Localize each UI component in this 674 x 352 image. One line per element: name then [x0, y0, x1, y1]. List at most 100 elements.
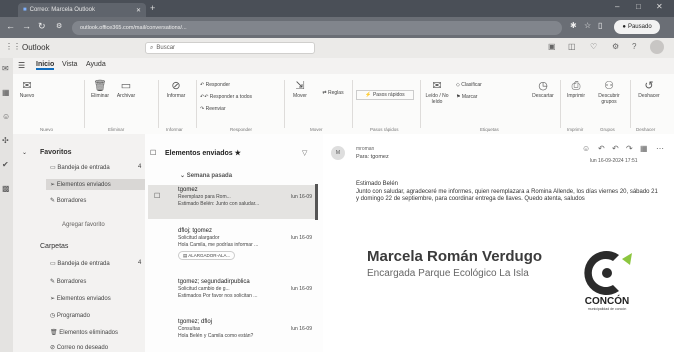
attachment-chip[interactable]: ▤ ALARGADOR-ALA...	[178, 251, 236, 260]
folder-favorite-inbox[interactable]: ▭ Bandeja de entrada 4	[50, 164, 150, 171]
back-icon[interactable]: ←	[6, 21, 15, 31]
group-label-imprimir: Imprimir	[567, 127, 584, 132]
group-label-responder: Responder	[230, 127, 253, 132]
archive-icon: ▭	[120, 80, 132, 92]
folder-favorite-sent[interactable]: ➢ Elementos enviados	[46, 179, 154, 190]
move-button[interactable]: ⇲ Mover	[288, 80, 312, 99]
folder-junk[interactable]: ⊘ Correo no deseado	[50, 344, 108, 351]
groups-app-icon[interactable]: ✣	[2, 136, 9, 145]
people-app-icon[interactable]: ☺	[2, 112, 10, 121]
snooze-button[interactable]: ◷ Descartar	[528, 80, 558, 99]
message-item[interactable]: dfloj; tgomez Solicitud alargador lun 16-…	[148, 226, 316, 262]
reply-icon[interactable]: ↶	[598, 144, 605, 153]
todo-app-icon[interactable]: ✔	[2, 160, 9, 169]
folder-drafts[interactable]: ✎ Borradores	[50, 278, 86, 285]
folder-deleted[interactable]: 🗑 Elementos eliminados	[50, 329, 118, 336]
apps-grid-icon[interactable]: ▩	[2, 184, 10, 193]
url-field[interactable]: outlook.office365.com/mail/conversations…	[72, 21, 562, 35]
group-label: Semana pasada	[186, 173, 233, 179]
sender-name[interactable]: mroman	[356, 146, 374, 152]
maximize-icon[interactable]: □	[636, 2, 641, 11]
group-label-eliminar: Eliminar	[108, 127, 125, 132]
scrollbar-thumb[interactable]	[315, 184, 318, 220]
collapse-favorites-icon[interactable]: ⌄	[22, 149, 27, 156]
browser-tab[interactable]: ■ Correo: Marcela Outlook ✕	[18, 3, 146, 17]
tab-inicio[interactable]: Inicio	[36, 61, 55, 70]
extensions-icon[interactable]: ✱	[570, 21, 577, 30]
select-all-checkbox[interactable]: ☐	[150, 149, 156, 157]
folder-favorite-drafts[interactable]: ✎ Borradores	[50, 197, 86, 204]
delete-button[interactable]: 🗑 Eliminar	[88, 80, 112, 99]
quick-steps-button[interactable]: ⚡ Pasos rápidos	[356, 90, 414, 100]
filter-icon[interactable]: ▽	[302, 149, 307, 157]
emoji-reaction-icon[interactable]: ☺	[582, 144, 590, 153]
bookmark-star-icon[interactable]: ☆	[584, 21, 591, 30]
message-checkbox[interactable]: ☐	[154, 193, 160, 200]
help-icon[interactable]: ?	[632, 42, 636, 51]
meet-now-icon[interactable]: ▣	[548, 42, 556, 51]
message-item[interactable]: ☐ tgomez Reemplazo para Rom... lun 16-09 …	[148, 185, 316, 219]
message-subject: Consultas	[178, 326, 201, 332]
forward-icon[interactable]: ↷	[626, 144, 633, 153]
undo-button[interactable]: ↺ Deshacer	[634, 80, 664, 99]
groups-icon: ⚇	[604, 80, 614, 92]
folder-sent[interactable]: ➢ Elementos enviados	[50, 295, 111, 302]
close-tab-icon[interactable]: ✕	[136, 7, 141, 14]
folder-inbox[interactable]: ▭ Bandeja de entrada 4	[50, 260, 150, 267]
rules-button[interactable]: ⇄ Reglas	[318, 90, 348, 96]
teams-icon[interactable]: ◫	[568, 42, 576, 51]
ribbon-divider	[630, 80, 631, 128]
add-favorite-link[interactable]: Agregar favorito	[62, 222, 105, 228]
carpetas-header[interactable]: Carpetas	[40, 243, 68, 250]
print-button[interactable]: ⎙ Imprimir	[564, 80, 588, 99]
reply-all-button[interactable]: ↶↶ Responder a todos	[200, 94, 260, 100]
folder-scheduled[interactable]: ◷ Programado	[50, 312, 90, 319]
search-box[interactable]: ⌕ Buscar	[145, 42, 315, 54]
profile-avatar-icon: ●	[622, 24, 626, 30]
close-window-icon[interactable]: ✕	[656, 2, 663, 11]
profile-button[interactable]: ● Pausado	[614, 20, 660, 34]
forward-icon[interactable]: →	[22, 21, 31, 31]
archive-button[interactable]: ▭ Archivar	[114, 80, 138, 99]
new-tab-icon[interactable]: +	[150, 3, 155, 13]
message-time: lun 16-09	[291, 194, 312, 200]
app-launcher-icon[interactable]: ⋮⋮	[5, 42, 21, 51]
message-item[interactable]: tgomez; segundadirpublica Solicitud camb…	[148, 277, 316, 302]
group-label-deshacer: Deshacer	[636, 127, 656, 132]
reload-icon[interactable]: ↻	[38, 21, 46, 32]
search-placeholder: Buscar	[156, 45, 176, 51]
groups-button[interactable]: ⚇ Descubrir grupos	[594, 80, 624, 105]
message-preview: Hola Belén y Camila como están?	[178, 333, 254, 339]
account-avatar[interactable]	[650, 40, 664, 54]
reply-button[interactable]: ↶ Responder	[200, 82, 252, 88]
tab-ayuda[interactable]: Ayuda	[86, 61, 106, 68]
site-info-icon[interactable]: ⚙	[56, 22, 62, 30]
mail-app-icon[interactable]: ✉	[2, 64, 9, 73]
apps-icon[interactable]: ▦	[640, 144, 648, 153]
archive-label: Archivar	[116, 93, 136, 99]
minimize-icon[interactable]: –	[615, 2, 619, 11]
tab-vista[interactable]: Vista	[62, 61, 77, 68]
send-icon: ➢	[50, 182, 57, 188]
split-view-icon[interactable]: ▯	[598, 21, 602, 30]
favorite-star-icon[interactable]: ★	[235, 150, 241, 157]
junk-icon: ⊘	[50, 345, 57, 351]
flag-button[interactable]: ⚑ Marcar	[456, 94, 496, 100]
forward-button[interactable]: ↷ Reenviar	[200, 106, 252, 112]
favorites-header[interactable]: Favoritos	[40, 149, 72, 156]
more-options-icon[interactable]: ⋯	[656, 144, 664, 153]
reply-all-icon[interactable]: ↶	[612, 144, 619, 153]
message-item[interactable]: tgomez; dfloj Consultas lun 16-09 Hola Be…	[148, 317, 316, 342]
send-icon: ➢	[50, 296, 57, 302]
message-from: tgomez	[178, 187, 198, 193]
group-header: ⌄ Semana pasada	[180, 172, 232, 179]
reading-pane	[323, 134, 674, 352]
new-mail-button[interactable]: ✉ Nuevo	[15, 80, 39, 99]
report-button[interactable]: ⊘ Informar	[164, 80, 188, 99]
categorize-button[interactable]: ◇ Clasificar	[456, 82, 496, 88]
notifications-icon[interactable]: ♡	[590, 42, 597, 51]
read-unread-button[interactable]: ✉ Leído / No leído	[424, 80, 450, 105]
calendar-app-icon[interactable]: ▦	[2, 88, 10, 97]
hamburger-menu-icon[interactable]: ☰	[18, 61, 25, 70]
settings-gear-icon[interactable]: ⚙	[612, 42, 619, 51]
